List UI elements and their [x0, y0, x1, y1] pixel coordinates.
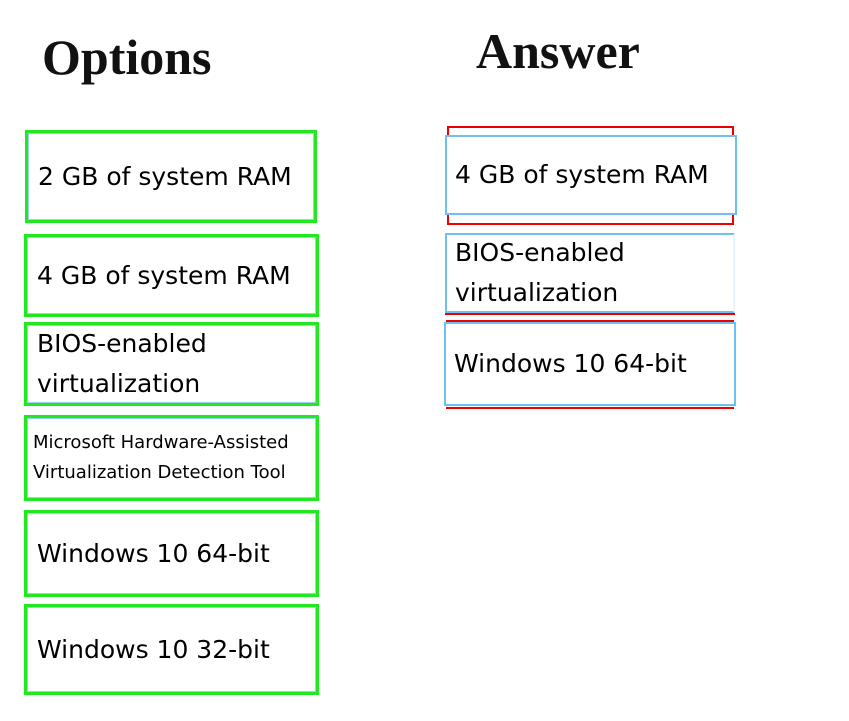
option-item[interactable]: Windows 10 32-bit: [24, 604, 319, 695]
answer-item[interactable]: BIOS-enabled virtualization: [445, 233, 735, 313]
answer-item[interactable]: 4 GB of system RAM: [445, 135, 737, 215]
option-item[interactable]: Windows 10 64-bit: [24, 510, 319, 597]
option-item[interactable]: 4 GB of system RAM: [24, 234, 319, 317]
option-item[interactable]: BIOS-enabled virtualization: [24, 322, 319, 406]
answer-item[interactable]: Windows 10 64-bit: [444, 322, 736, 406]
option-item[interactable]: 2 GB of system RAM: [25, 130, 317, 223]
option-item[interactable]: Microsoft Hardware-Assisted Virtualizati…: [24, 415, 319, 501]
options-title: Options: [42, 29, 212, 85]
answer-title: Answer: [476, 23, 640, 79]
